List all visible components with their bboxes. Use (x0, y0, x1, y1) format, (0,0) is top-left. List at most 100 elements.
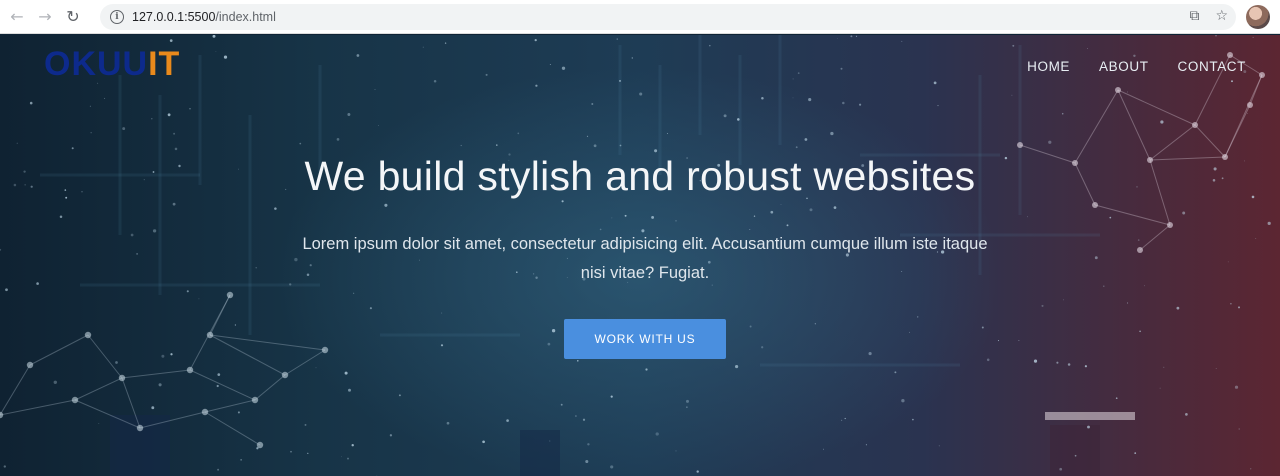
site-info-icon[interactable]: i (110, 10, 124, 24)
star-particle (212, 35, 216, 38)
star-particle (16, 142, 18, 144)
network-line (204, 399, 256, 413)
star-particle (1127, 302, 1129, 304)
network-line (204, 411, 261, 446)
star-particle (549, 64, 551, 66)
star-particle (1250, 468, 1252, 470)
star-particle (865, 444, 867, 446)
work-with-us-button[interactable]: WORK WITH US (564, 319, 726, 359)
star-particle (639, 92, 643, 96)
star-particle (1026, 216, 1028, 218)
star-particle (937, 105, 939, 107)
url-host: 127.0.0.1:5500 (132, 10, 216, 24)
star-particle (237, 411, 240, 414)
star-particle (868, 352, 872, 356)
network-node (1017, 142, 1023, 148)
star-particle (234, 324, 237, 326)
star-particle (737, 118, 740, 121)
star-particle (441, 312, 443, 314)
star-particle (723, 114, 727, 118)
star-particle (901, 40, 903, 42)
star-particle (433, 79, 437, 83)
address-bar[interactable]: i 127.0.0.1:5500/index.html ⧉ ☆ (100, 4, 1236, 30)
profile-avatar[interactable] (1246, 5, 1270, 29)
star-particle (770, 210, 774, 214)
star-particle (1231, 80, 1233, 83)
star-particle (130, 233, 134, 237)
network-line (121, 369, 191, 379)
star-particle (151, 118, 153, 120)
star-particle (377, 125, 379, 126)
star-particle (29, 101, 33, 105)
star-particle (1234, 385, 1239, 389)
star-particle (587, 443, 590, 446)
star-particle (1139, 330, 1141, 333)
network-line (1117, 89, 1196, 126)
star-particle (795, 146, 798, 149)
star-particle (136, 253, 138, 255)
star-particle (909, 331, 910, 333)
url-text[interactable]: 127.0.0.1:5500/index.html (132, 10, 276, 24)
network-line (29, 334, 89, 366)
network-line (1224, 74, 1263, 158)
star-particle (981, 326, 984, 329)
forward-icon[interactable]: → (34, 6, 56, 28)
share-icon[interactable]: ⧉ (1189, 8, 1199, 24)
star-particle (485, 73, 488, 76)
star-particle (152, 229, 157, 233)
star-particle (398, 394, 401, 397)
reload-icon[interactable]: ↻ (62, 6, 84, 28)
star-particle (986, 358, 990, 362)
network-line (0, 364, 31, 416)
back-icon[interactable]: ← (6, 6, 28, 28)
nav-contact[interactable]: CONTACT (1178, 59, 1246, 74)
star-particle (384, 203, 388, 207)
star-particle (675, 450, 677, 452)
star-particle (938, 445, 940, 447)
star-particle (547, 342, 551, 346)
star-particle (1252, 36, 1254, 38)
star-particle (216, 384, 219, 388)
star-particle (341, 456, 342, 458)
network-node (281, 371, 289, 379)
star-particle (3, 465, 6, 468)
star-particle (315, 367, 317, 369)
star-particle (761, 96, 764, 100)
star-particle (240, 459, 242, 461)
browser-toolbar: ← → ↻ i 127.0.0.1:5500/index.html ⧉ ☆ (0, 0, 1280, 34)
star-particle (1160, 120, 1164, 124)
star-particle (619, 79, 621, 82)
star-particle (98, 423, 100, 425)
star-particle (1018, 339, 1020, 341)
star-particle (1056, 361, 1059, 364)
star-particle (307, 452, 309, 455)
star-particle (1267, 221, 1271, 226)
nav-about[interactable]: ABOUT (1099, 59, 1149, 74)
star-particle (675, 220, 677, 222)
building-silhouette (520, 430, 560, 476)
star-particle (36, 282, 39, 285)
star-particle (1063, 299, 1064, 301)
star-particle (1182, 211, 1186, 215)
network-node (201, 408, 209, 416)
network-line (209, 334, 286, 376)
url-path: /index.html (215, 10, 276, 24)
nav-home[interactable]: HOME (1027, 59, 1070, 74)
star-particle (561, 66, 566, 70)
star-particle (1133, 54, 1136, 58)
bookmark-star-icon[interactable]: ☆ (1215, 8, 1228, 24)
star-particle (582, 418, 586, 421)
star-particle (1185, 413, 1188, 416)
star-particle (189, 108, 191, 110)
star-particle (344, 371, 348, 375)
star-particle (104, 97, 106, 99)
network-node (226, 291, 234, 299)
network-node (256, 441, 264, 449)
star-particle (686, 406, 688, 408)
site-logo[interactable]: OKUUIT (44, 45, 180, 84)
star-particle (71, 147, 74, 150)
star-particle (797, 72, 800, 74)
network-line (1094, 204, 1171, 226)
star-particle (217, 468, 220, 471)
star-particle (735, 365, 739, 369)
